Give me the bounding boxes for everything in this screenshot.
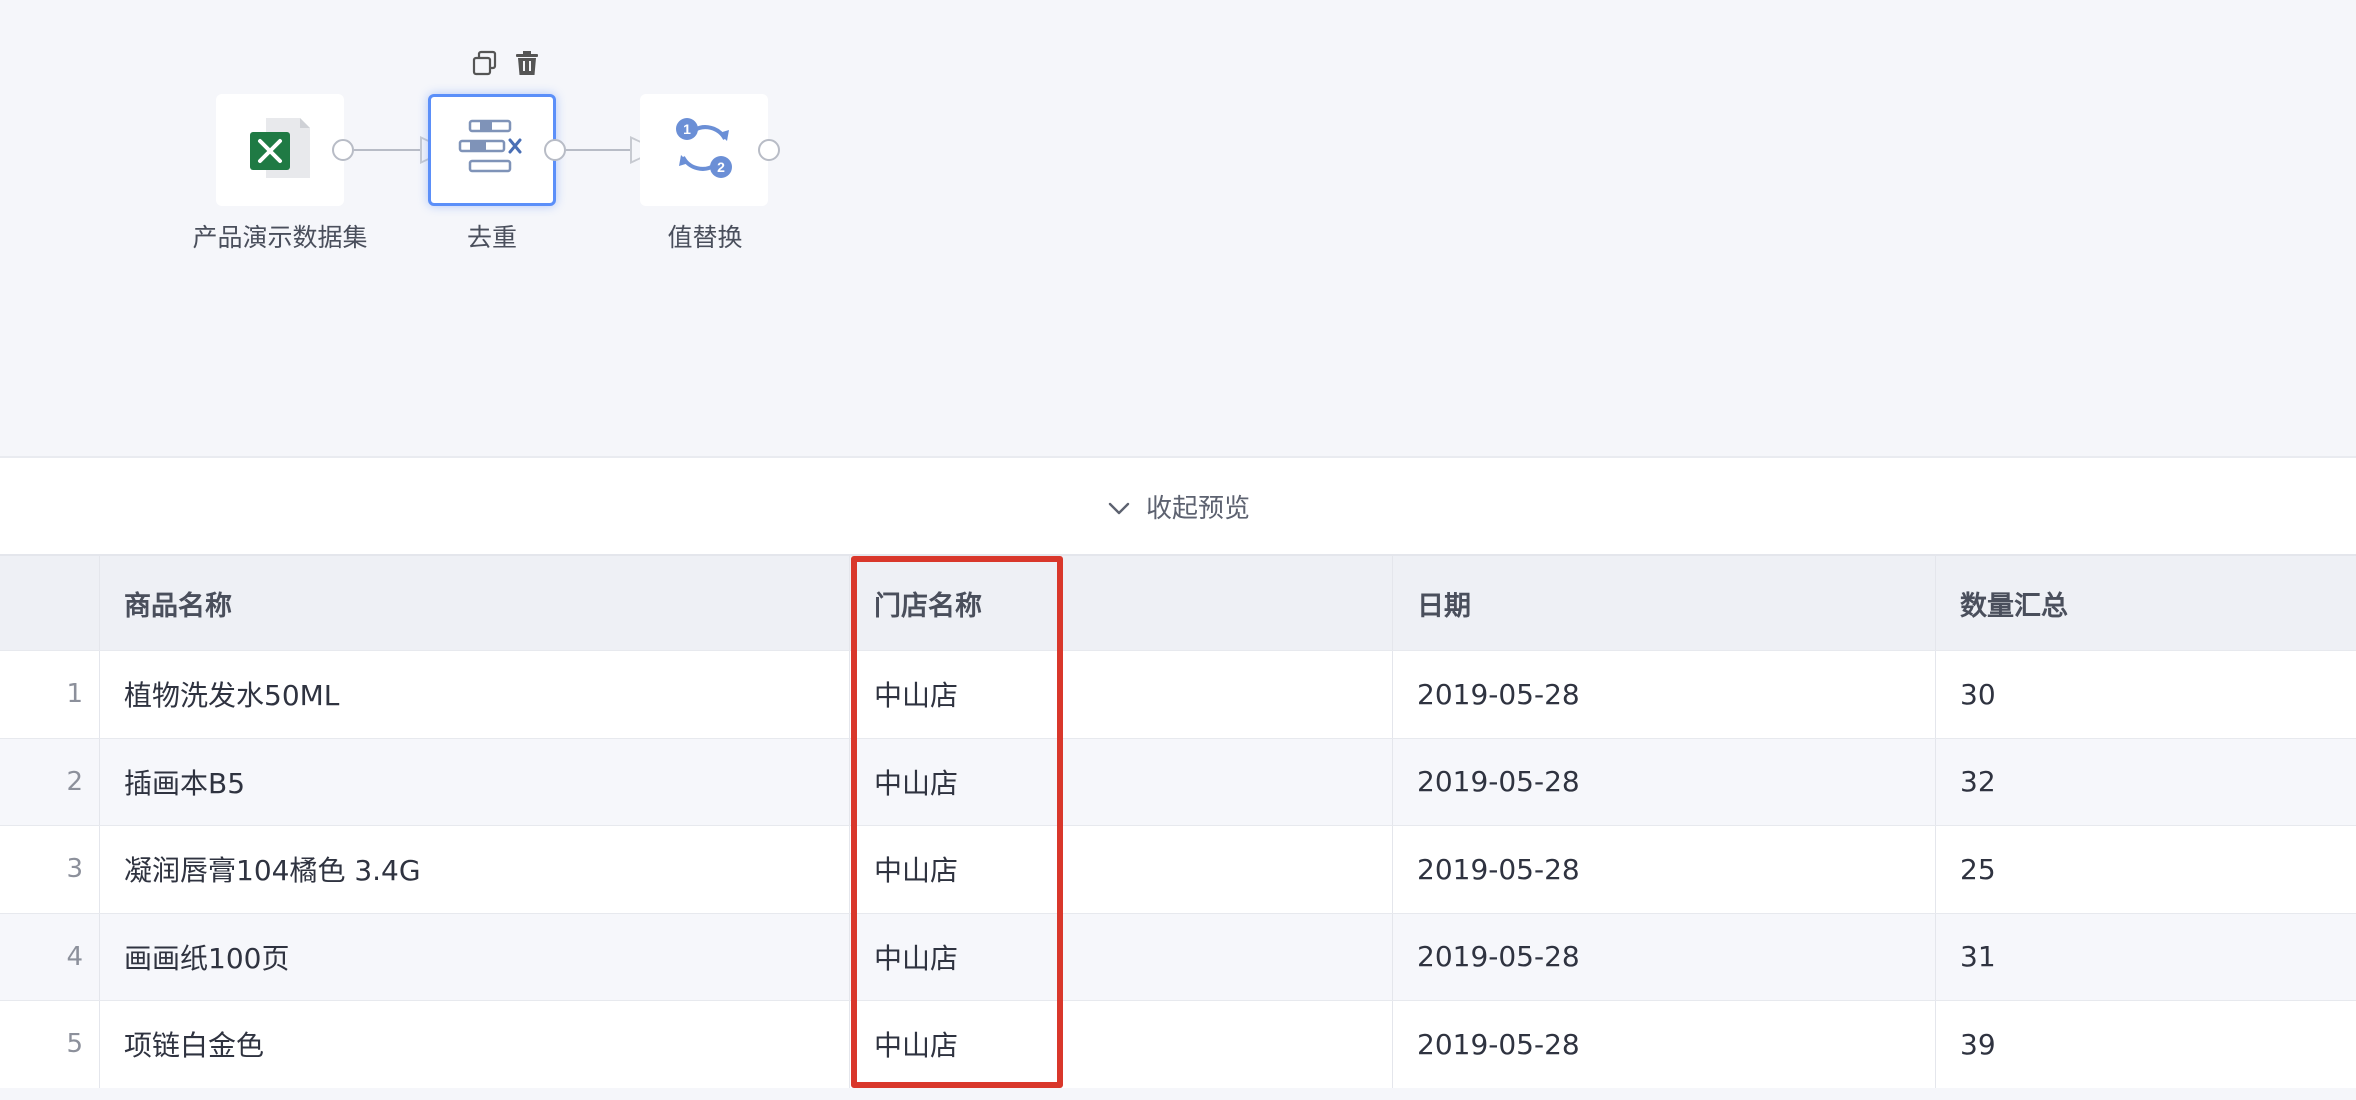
- cell-quantity: 31: [1960, 940, 1996, 974]
- excel-icon: [244, 112, 316, 188]
- cell-date: 2019-05-28: [1393, 651, 1936, 738]
- output-port[interactable]: [332, 139, 354, 161]
- cell-product-name: 插画本B5: [100, 738, 850, 825]
- dedup-icon: [456, 117, 528, 183]
- column-header-store-name[interactable]: 门店名称: [850, 556, 1393, 650]
- cell-product-name: 画画纸100页: [100, 913, 850, 1000]
- node-dedup[interactable]: [428, 94, 556, 206]
- cell-store-name: 中山店: [850, 913, 1393, 1000]
- row-index: 2: [0, 738, 100, 825]
- table-row: 2 插画本B5 中山店 2019-05-28 32: [0, 737, 2356, 825]
- node-toolbar: [470, 48, 542, 78]
- node-label-dedup: 去重: [466, 223, 518, 252]
- table-row: 4 画画纸100页 中山店 2019-05-28 31: [0, 912, 2356, 1000]
- output-port[interactable]: [758, 139, 780, 161]
- row-index: 4: [0, 913, 100, 1000]
- edge-connector: [566, 149, 630, 151]
- node-label-dataset: 产品演示数据集: [192, 223, 368, 252]
- table-row: 5 项链白金色 中山店 2019-05-28 39: [0, 1000, 2356, 1088]
- cell-quantity: 25: [1960, 852, 1996, 886]
- cell-store-name: 中山店: [850, 651, 1393, 738]
- table-row: 1 植物洗发水50ML 中山店 2019-05-28 30: [0, 650, 2356, 738]
- svg-text:2: 2: [717, 159, 725, 175]
- cell-product-name: 项链白金色: [100, 1001, 850, 1088]
- column-header-date[interactable]: 日期: [1393, 556, 1936, 650]
- column-header-quantity-total[interactable]: 数量汇总: [1936, 556, 2356, 650]
- table-row: 3 凝润唇膏104橘色 3.4G 中山店 2019-05-28 25: [0, 825, 2356, 913]
- cell-date: 2019-05-28: [1393, 738, 1936, 825]
- cell-product-name: 凝润唇膏104橘色 3.4G: [100, 826, 850, 913]
- cell-quantity: 39: [1960, 1027, 1996, 1061]
- copy-icon[interactable]: [470, 48, 500, 78]
- collapse-preview-button[interactable]: 收起预览: [0, 456, 2356, 554]
- node-dataset[interactable]: [216, 94, 344, 206]
- node-label-value-replace: 值替换: [667, 223, 743, 252]
- table-header: 商品名称 门店名称 日期 数量汇总: [0, 554, 2356, 650]
- node-value-replace[interactable]: 1 2: [640, 94, 768, 206]
- preview-table: 商品名称 门店名称 日期 数量汇总 1 植物洗发水50ML 中山店 2019-0…: [0, 554, 2356, 1088]
- row-index: 3: [0, 826, 100, 913]
- cell-date: 2019-05-28: [1393, 826, 1936, 913]
- cell-date: 2019-05-28: [1393, 913, 1936, 1000]
- cell-store-name: 中山店: [850, 738, 1393, 825]
- trash-icon[interactable]: [512, 48, 542, 78]
- cell-store-name: 中山店: [850, 826, 1393, 913]
- edge-connector: [354, 149, 420, 151]
- cell-date: 2019-05-28: [1393, 1001, 1936, 1088]
- cell-product-name: 植物洗发水50ML: [100, 651, 850, 738]
- cell-store-name: 中山店: [850, 1001, 1393, 1088]
- collapse-preview-label: 收起预览: [1145, 493, 1250, 524]
- flow-canvas[interactable]: 产品演示数据集 去重 1 2 值替换: [0, 0, 2356, 456]
- output-port[interactable]: [544, 139, 566, 161]
- chevron-down-icon: [1106, 496, 1132, 522]
- row-index: 5: [0, 1001, 100, 1088]
- row-index: 1: [0, 651, 100, 738]
- cell-quantity: 30: [1960, 677, 1996, 711]
- column-header-index: [0, 556, 100, 650]
- value-replace-icon: 1 2: [669, 113, 739, 187]
- svg-text:1: 1: [683, 121, 691, 137]
- cell-quantity: 32: [1960, 765, 1996, 799]
- column-header-product-name[interactable]: 商品名称: [100, 556, 850, 650]
